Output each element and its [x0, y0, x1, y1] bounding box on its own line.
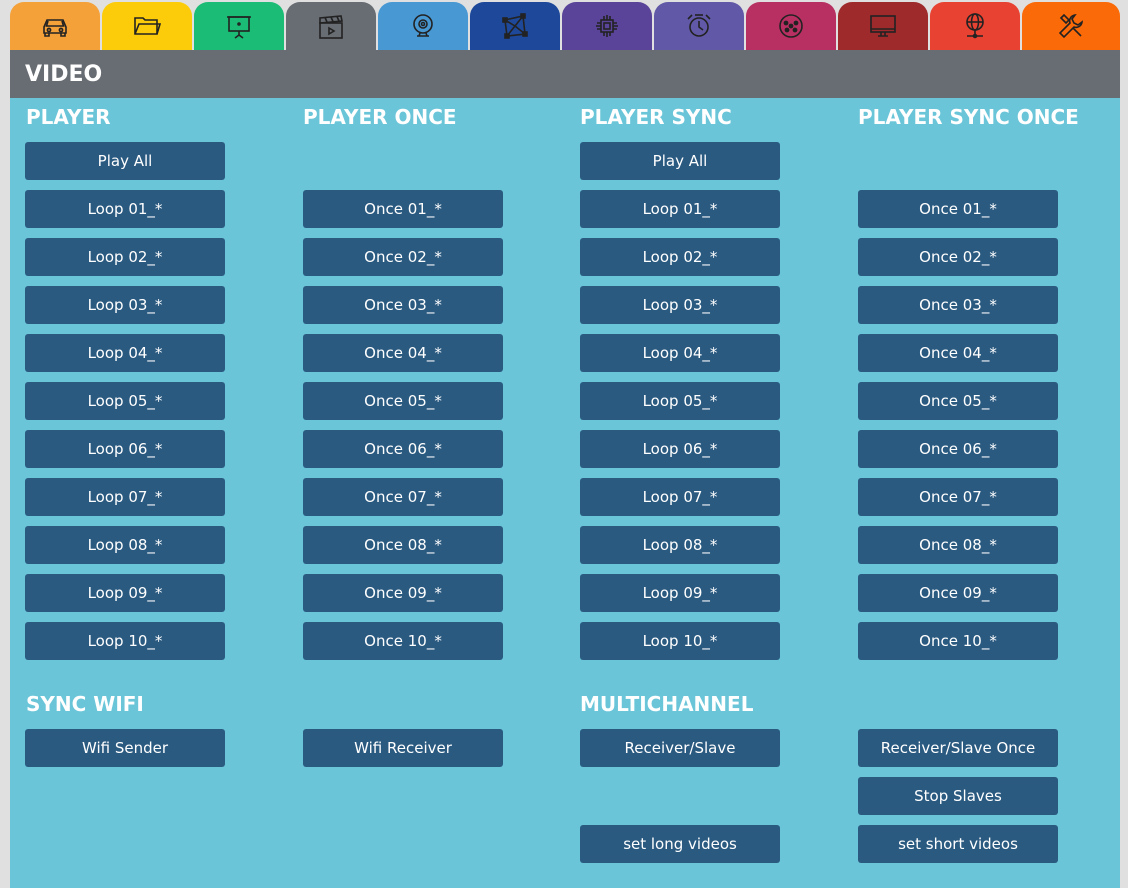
- tab-files[interactable]: [102, 2, 192, 50]
- player-play-all-button[interactable]: Play All: [25, 142, 225, 180]
- dmx-connector-icon: [779, 14, 803, 38]
- tab-bar: [10, 0, 1120, 52]
- wifi-receiver-button[interactable]: Wifi Receiver: [303, 729, 503, 767]
- stop-slaves-button[interactable]: Stop Slaves: [858, 777, 1058, 815]
- player-once-button[interactable]: Once 02_*: [303, 238, 503, 276]
- player-once-button[interactable]: Once 01_*: [303, 190, 503, 228]
- tab-mapping[interactable]: [470, 2, 560, 50]
- tab-dmx[interactable]: [746, 2, 836, 50]
- alarm-clock-icon: [687, 14, 711, 37]
- player-sync-once-button[interactable]: Once 09_*: [858, 574, 1058, 612]
- player-sync-once-button[interactable]: Once 04_*: [858, 334, 1058, 372]
- player-loop-button[interactable]: Loop 04_*: [25, 334, 225, 372]
- player-sync-once-button[interactable]: Once 05_*: [858, 382, 1058, 420]
- player-loop-button[interactable]: Loop 08_*: [25, 526, 225, 564]
- player-sync-loop-button[interactable]: Loop 04_*: [580, 334, 780, 372]
- tab-settings[interactable]: [1022, 2, 1120, 50]
- player-sync-title: PLAYER SYNC: [580, 105, 732, 129]
- player-loop-button[interactable]: Loop 05_*: [25, 382, 225, 420]
- tab-hardware[interactable]: [562, 2, 652, 50]
- player-once-button[interactable]: Once 06_*: [303, 430, 503, 468]
- player-once-button[interactable]: Once 08_*: [303, 526, 503, 564]
- player-sync-loop-button[interactable]: Loop 08_*: [580, 526, 780, 564]
- network-globe-icon: [966, 13, 984, 39]
- player-sync-loop-button[interactable]: Loop 09_*: [580, 574, 780, 612]
- tab-scheduler[interactable]: [654, 2, 744, 50]
- player-loop-button[interactable]: Loop 09_*: [25, 574, 225, 612]
- receiver-slave-button[interactable]: Receiver/Slave: [580, 729, 780, 767]
- tab-presentation[interactable]: [194, 2, 284, 50]
- player-loop-button[interactable]: Loop 01_*: [25, 190, 225, 228]
- player-loop-button[interactable]: Loop 02_*: [25, 238, 225, 276]
- tab-camera[interactable]: [378, 2, 468, 50]
- player-loop-button[interactable]: Loop 06_*: [25, 430, 225, 468]
- player-loop-button[interactable]: Loop 07_*: [25, 478, 225, 516]
- clapperboard-icon: [319, 15, 343, 39]
- projector-screen-icon: [227, 16, 251, 39]
- player-once-button[interactable]: Once 07_*: [303, 478, 503, 516]
- player-once-button[interactable]: Once 09_*: [303, 574, 503, 612]
- player-once-button[interactable]: Once 03_*: [303, 286, 503, 324]
- tools-icon: [1058, 13, 1083, 39]
- player-once-button[interactable]: Once 10_*: [303, 622, 503, 660]
- player-sync-once-button[interactable]: Once 08_*: [858, 526, 1058, 564]
- player-title: PLAYER: [26, 105, 111, 129]
- player-sync-loop-button[interactable]: Loop 07_*: [580, 478, 780, 516]
- tab-display[interactable]: [838, 2, 928, 50]
- tab-network[interactable]: [930, 2, 1020, 50]
- sync-wifi-title: SYNC WIFI: [26, 692, 144, 716]
- player-sync-play-all-button[interactable]: Play All: [580, 142, 780, 180]
- player-loop-button[interactable]: Loop 03_*: [25, 286, 225, 324]
- section-title: VIDEO: [10, 50, 1120, 98]
- player-loop-button[interactable]: Loop 10_*: [25, 622, 225, 660]
- player-sync-once-button[interactable]: Once 03_*: [858, 286, 1058, 324]
- car-icon: [43, 19, 67, 37]
- chip-icon: [596, 15, 618, 37]
- webcam-icon: [413, 14, 433, 37]
- player-sync-loop-button[interactable]: Loop 10_*: [580, 622, 780, 660]
- player-sync-once-button[interactable]: Once 01_*: [858, 190, 1058, 228]
- tab-car[interactable]: [10, 2, 100, 50]
- player-once-button[interactable]: Once 05_*: [303, 382, 503, 420]
- player-sync-loop-button[interactable]: Loop 03_*: [580, 286, 780, 324]
- multichannel-title: MULTICHANNEL: [580, 692, 754, 716]
- player-once-button[interactable]: Once 04_*: [303, 334, 503, 372]
- player-sync-loop-button[interactable]: Loop 02_*: [580, 238, 780, 276]
- receiver-slave-once-button[interactable]: Receiver/Slave Once: [858, 729, 1058, 767]
- set-short-videos-button[interactable]: set short videos: [858, 825, 1058, 863]
- wifi-sender-button[interactable]: Wifi Sender: [25, 729, 225, 767]
- tab-video[interactable]: [286, 2, 376, 52]
- projection-map-icon: [502, 13, 528, 39]
- player-sync-once-button[interactable]: Once 07_*: [858, 478, 1058, 516]
- player-sync-once-button[interactable]: Once 10_*: [858, 622, 1058, 660]
- player-sync-once-button[interactable]: Once 02_*: [858, 238, 1058, 276]
- player-sync-loop-button[interactable]: Loop 06_*: [580, 430, 780, 468]
- set-long-videos-button[interactable]: set long videos: [580, 825, 780, 863]
- monitor-icon: [870, 15, 896, 37]
- folder-icon: [134, 17, 162, 35]
- video-panel: VIDEO PLAYER PLAYER ONCE PLAYER SYNC PLA…: [10, 50, 1120, 888]
- player-sync-once-title: PLAYER SYNC ONCE: [858, 105, 1079, 129]
- player-sync-once-button[interactable]: Once 06_*: [858, 430, 1058, 468]
- player-once-title: PLAYER ONCE: [303, 105, 457, 129]
- player-sync-loop-button[interactable]: Loop 05_*: [580, 382, 780, 420]
- player-sync-loop-button[interactable]: Loop 01_*: [580, 190, 780, 228]
